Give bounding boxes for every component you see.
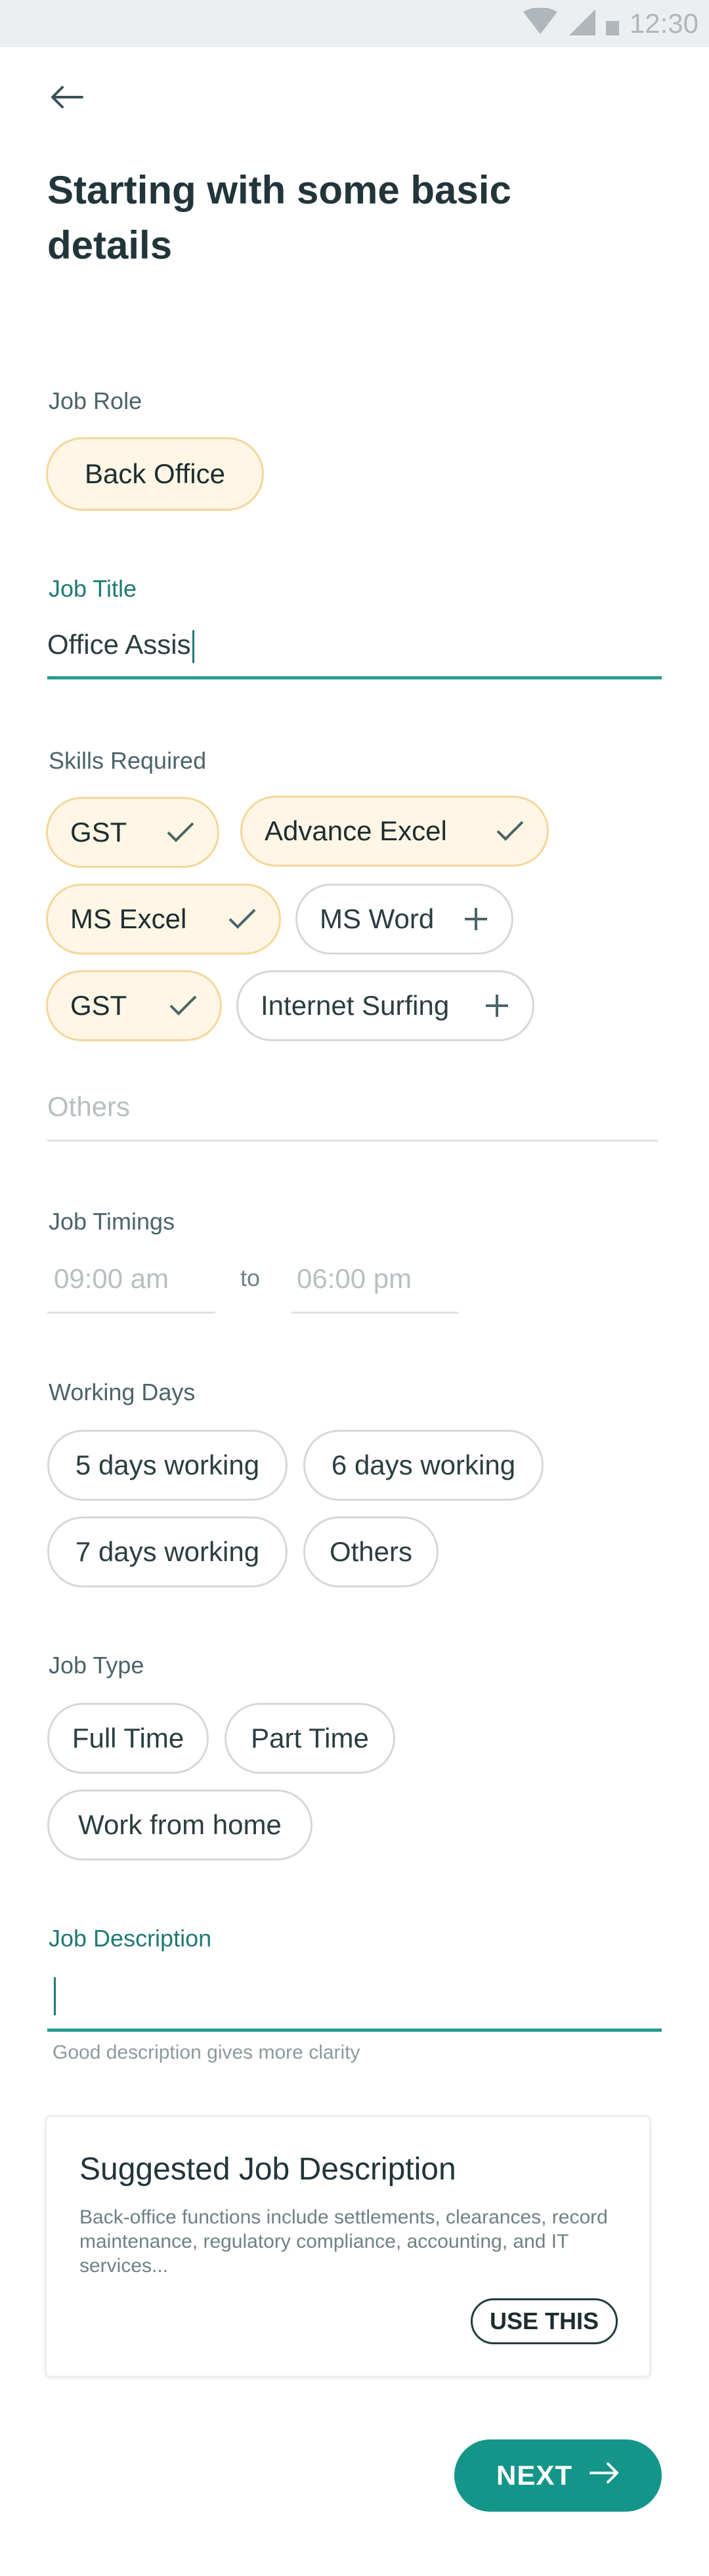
job-role-label: Job Role [49, 387, 142, 414]
arrow-left-icon [51, 85, 83, 112]
chip-label: Work from home [78, 1809, 282, 1840]
chip-working-days-others[interactable]: Others [303, 1516, 439, 1587]
check-icon [169, 995, 198, 1017]
job-title-label: Job Title [49, 575, 137, 602]
job-title-input[interactable]: Office Assis [47, 629, 194, 663]
check-icon [166, 821, 195, 844]
next-button[interactable]: NEXT [454, 2439, 662, 2512]
chip-skill-gst[interactable]: GST [46, 797, 219, 868]
skills-others-input[interactable]: Others [47, 1091, 130, 1123]
chip-skill-ms-excel[interactable]: MS Excel [46, 884, 281, 955]
chip-job-role-back-office[interactable]: Back Office [46, 437, 264, 511]
suggested-description-card: Suggested Job Description Back-office fu… [45, 2115, 651, 2378]
end-time-input[interactable]: 06:00 pm [297, 1263, 412, 1295]
job-description-helper: Good description gives more clarity [53, 2042, 360, 2063]
next-button-label: NEXT [496, 2460, 572, 2491]
job-description-label: Job Description [49, 1925, 212, 1952]
start-time-input[interactable]: 09:00 am [54, 1263, 169, 1295]
start-time-underline [47, 1312, 215, 1314]
battery-icon [605, 8, 620, 40]
back-button[interactable] [47, 79, 87, 118]
chip-label: 7 days working [75, 1536, 260, 1567]
job-title-value: Office Assis [47, 629, 191, 660]
chip-skill-advance-excel[interactable]: Advance Excel [240, 796, 549, 867]
wifi-icon [523, 7, 557, 40]
chip-skill-gst-2[interactable]: GST [46, 970, 222, 1041]
chip-label: Back Office [85, 458, 225, 489]
chip-label: 6 days working [331, 1449, 516, 1480]
skills-label: Skills Required [49, 747, 207, 774]
job-timings-label: Job Timings [49, 1208, 175, 1235]
job-type-label: Job Type [49, 1652, 144, 1679]
chip-5-days-working[interactable]: 5 days working [47, 1430, 288, 1501]
text-caret [54, 1977, 56, 2015]
timing-separator: to [240, 1264, 261, 1291]
chip-work-from-home[interactable]: Work from home [47, 1790, 312, 1860]
chip-7-days-working[interactable]: 7 days working [47, 1516, 288, 1587]
chip-skill-internet-surfing[interactable]: Internet Surfing [236, 970, 534, 1041]
chip-label: GST [70, 990, 127, 1021]
job-title-underline [47, 676, 662, 679]
chip-label: Part Time [251, 1723, 369, 1753]
signal-icon [567, 8, 595, 40]
end-time-underline [291, 1312, 458, 1314]
chip-label: Others [329, 1536, 413, 1567]
check-icon [228, 908, 257, 930]
chip-full-time[interactable]: Full Time [47, 1703, 209, 1774]
page-title: Starting with some basic details [47, 168, 511, 267]
skills-others-underline [47, 1140, 658, 1142]
status-icons: 12:30 [523, 7, 698, 41]
chip-skill-ms-word[interactable]: MS Word [295, 884, 513, 955]
chip-6-days-working[interactable]: 6 days working [303, 1430, 544, 1501]
chip-label: Internet Surfing [261, 990, 450, 1021]
job-description-input[interactable] [53, 1977, 656, 2017]
plus-icon [463, 906, 489, 932]
check-icon [496, 820, 525, 842]
text-caret [192, 630, 194, 663]
use-this-button[interactable]: USE THIS [470, 2298, 618, 2344]
chip-label: 5 days working [75, 1449, 260, 1480]
chip-label: Advance Excel [265, 815, 447, 846]
chip-label: MS Word [320, 903, 435, 934]
chip-part-time[interactable]: Part Time [225, 1703, 395, 1774]
arrow-right-icon [590, 2460, 620, 2491]
status-bar: 12:30 [0, 0, 709, 47]
job-description-underline [47, 2029, 662, 2032]
status-time: 12:30 [629, 8, 698, 39]
suggested-description-title: Suggested Job Description [79, 2152, 456, 2187]
chip-label: GST [70, 817, 127, 848]
chip-label: MS Excel [70, 903, 187, 934]
plus-icon [484, 993, 510, 1019]
chip-label: Full Time [72, 1723, 184, 1753]
suggested-description-body: Back-office functions include settlement… [79, 2206, 608, 2277]
working-days-label: Working Days [49, 1379, 196, 1406]
